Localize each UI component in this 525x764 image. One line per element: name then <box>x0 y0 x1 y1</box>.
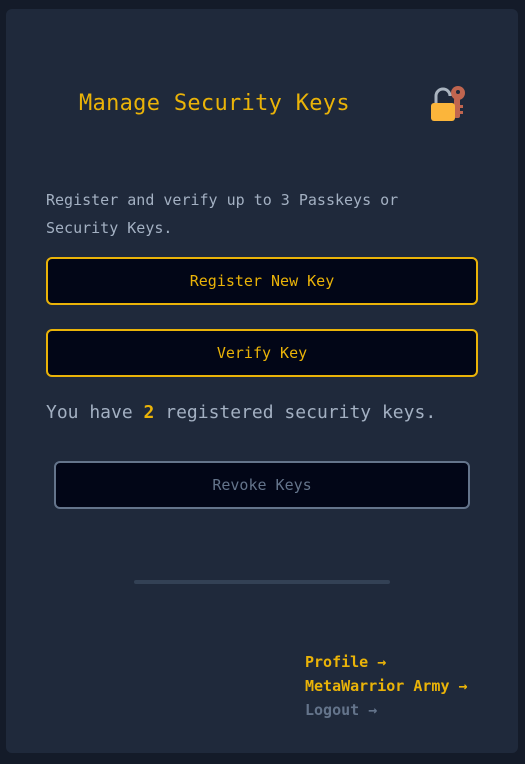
page-title: Manage Security Keys <box>79 91 350 116</box>
logout-link[interactable]: Logout → <box>305 698 468 722</box>
divider <box>134 580 390 584</box>
status-prefix: You have <box>46 402 144 423</box>
revoke-keys-button[interactable]: Revoke Keys <box>54 461 470 509</box>
verify-key-button[interactable]: Verify Key <box>46 329 478 377</box>
key-count: 2 <box>143 402 155 423</box>
lock-with-key-icon <box>428 83 468 123</box>
metawarrior-army-link[interactable]: MetaWarrior Army → <box>305 674 468 698</box>
status-suffix: registered security keys. <box>154 402 437 423</box>
description-text: Register and verify up to 3 Passkeys or … <box>46 191 399 237</box>
footer-nav: Profile → MetaWarrior Army → Logout → <box>305 650 468 722</box>
security-keys-card: Manage Security Keys Register and verify… <box>6 9 518 753</box>
profile-link[interactable]: Profile → <box>305 650 468 674</box>
registered-keys-status: You have 2 registered security keys. <box>46 402 436 423</box>
register-new-key-button[interactable]: Register New Key <box>46 257 478 305</box>
